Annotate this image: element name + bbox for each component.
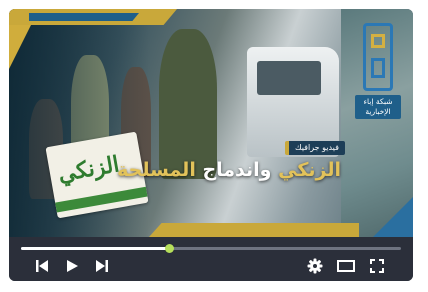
video-player[interactable]: الزنكي فيديو جرافيك الزنكي واندماج المسل… xyxy=(9,9,413,281)
play-icon[interactable] xyxy=(63,257,81,275)
video-headline: الزنكي واندماج المسلحة xyxy=(117,159,341,181)
headline-part1: الزنكي xyxy=(278,159,341,181)
headline-part3: المسلحة xyxy=(117,159,196,181)
decor-band-bottom xyxy=(149,223,359,237)
progress-bar[interactable] xyxy=(21,244,401,253)
gear-icon[interactable] xyxy=(305,257,325,275)
progress-thumb[interactable] xyxy=(165,244,175,253)
video-tag: فيديو جرافيك xyxy=(285,141,345,155)
fighter-figure xyxy=(159,29,217,179)
channel-logo-mark xyxy=(363,23,393,91)
theater-mode-icon[interactable] xyxy=(335,257,357,275)
flag-text: الزنكي xyxy=(56,151,122,188)
decor-band-top-blue xyxy=(29,13,139,21)
channel-logo: شبكة إباء الإخبارية xyxy=(355,23,401,129)
progress-fill xyxy=(21,247,170,250)
fullscreen-icon[interactable] xyxy=(367,257,387,275)
skip-next-icon[interactable] xyxy=(93,257,111,275)
skip-previous-icon[interactable] xyxy=(33,257,51,275)
video-frame[interactable]: الزنكي فيديو جرافيك الزنكي واندماج المسل… xyxy=(9,9,413,237)
headline-part2: واندماج xyxy=(202,159,272,181)
control-bar xyxy=(9,237,413,281)
channel-logo-text: شبكة إباء الإخبارية xyxy=(355,95,401,119)
